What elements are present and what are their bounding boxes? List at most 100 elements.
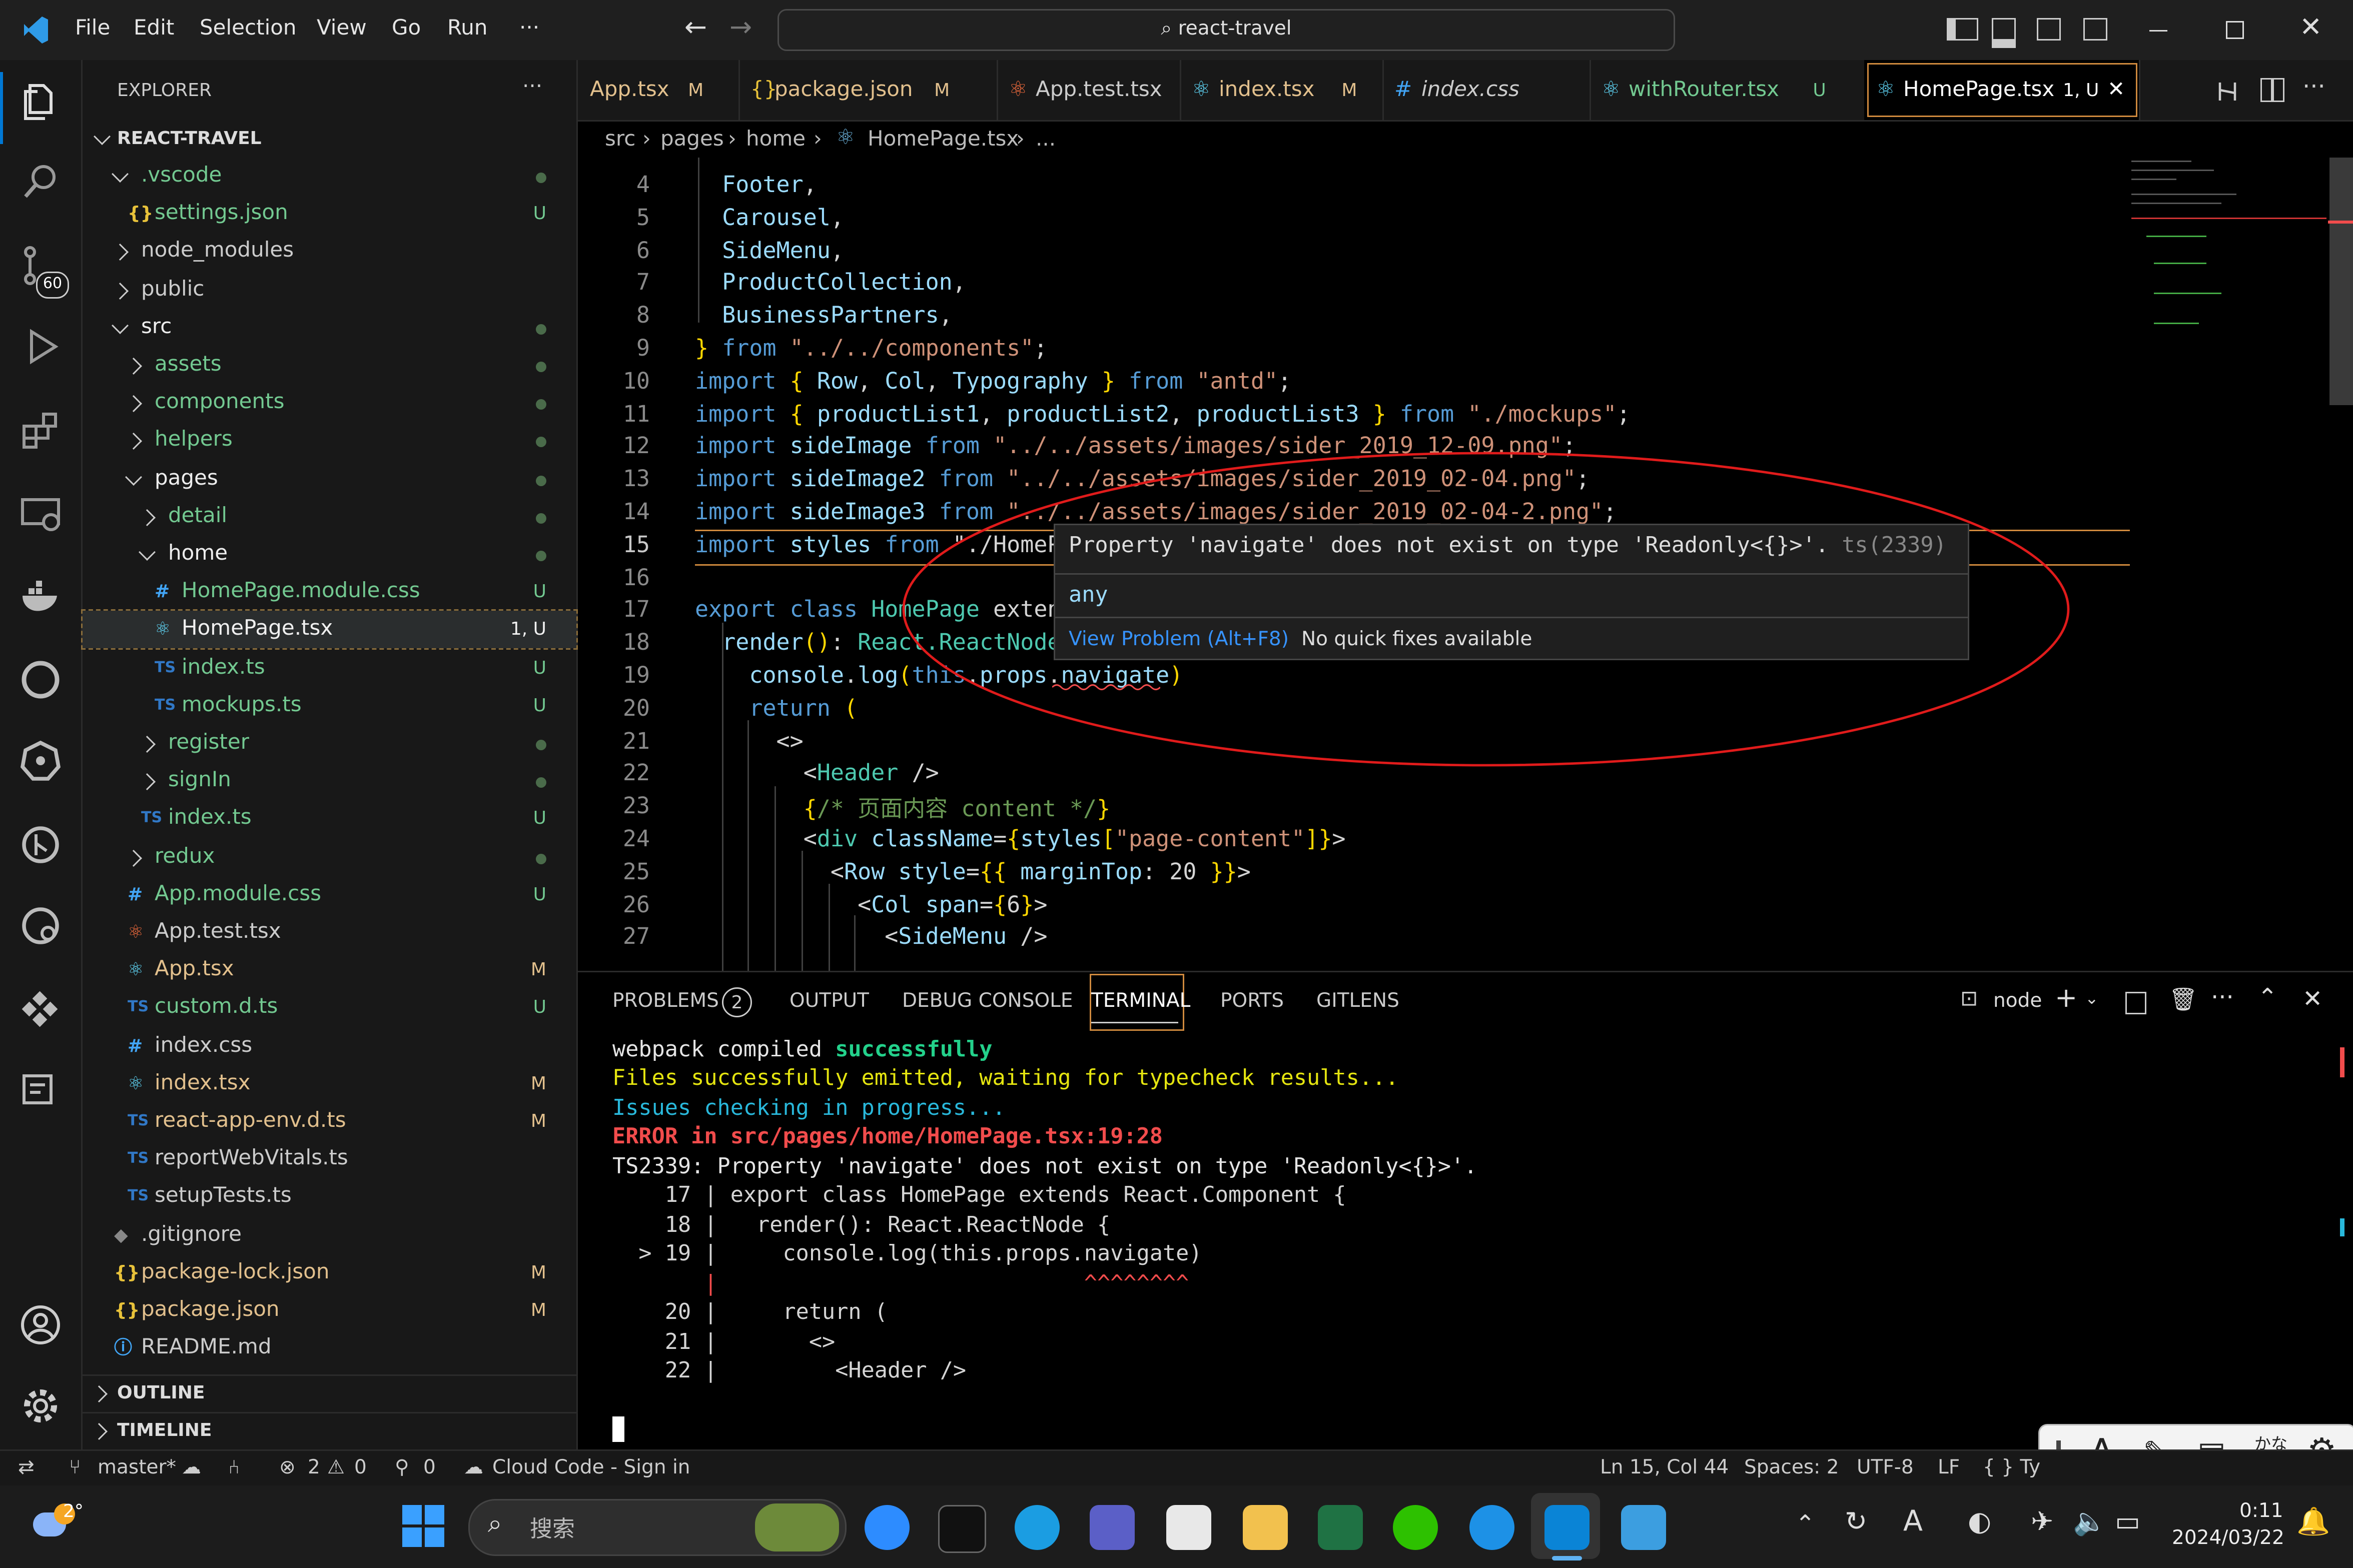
breadcrumb-symbol[interactable]: ... xyxy=(1036,128,1056,152)
code-line[interactable]: BusinessPartners, xyxy=(695,302,953,329)
tab-problems[interactable]: PROBLEMS xyxy=(612,990,719,1013)
minimize-icon[interactable] xyxy=(2149,30,2167,32)
cursor-position[interactable]: Ln 15, Col 44 xyxy=(1600,1457,1729,1479)
tree-item[interactable]: .vscode xyxy=(83,158,576,195)
vscode-taskbar-icon[interactable] xyxy=(1544,1505,1590,1550)
encoding[interactable]: UTF-8 xyxy=(1857,1457,1914,1479)
terminal-shell-name[interactable]: node xyxy=(1993,990,2042,1013)
code-line[interactable]: } from "../../components"; xyxy=(695,335,1047,362)
tree-item[interactable]: ⚛ App.test.tsx xyxy=(83,914,576,951)
timeline-section[interactable]: TIMELINE xyxy=(83,1412,576,1449)
tree-item[interactable]: # index.css xyxy=(83,1027,576,1065)
tab-terminal[interactable]: TERMINAL xyxy=(1091,990,1190,1013)
settings-gear-icon[interactable] xyxy=(18,1383,63,1428)
tree-item[interactable]: TS mockups.ts U xyxy=(83,687,576,724)
editor-tab[interactable]: {} package.json M xyxy=(738,60,998,120)
docker-desktop-icon[interactable] xyxy=(1469,1505,1514,1550)
maximize-panel-icon[interactable]: ⌃ xyxy=(2257,983,2277,1011)
toggle-primary-sidebar-icon[interactable] xyxy=(1947,18,1978,41)
language-mode[interactable]: { } Ty xyxy=(1983,1457,2040,1479)
forward-arrow-icon[interactable]: → xyxy=(729,12,752,44)
explorer-more-icon[interactable]: ··· xyxy=(522,75,542,99)
breadcrumb-src[interactable]: src xyxy=(605,128,635,152)
run-debug-icon[interactable] xyxy=(18,324,63,369)
menu-go[interactable]: Go xyxy=(392,17,421,41)
editor-more-icon[interactable]: ··· xyxy=(2302,72,2325,101)
split-editor-icon[interactable] xyxy=(2260,78,2284,102)
docker-icon[interactable] xyxy=(18,573,63,618)
tree-item[interactable]: register xyxy=(83,725,576,762)
excel-icon[interactable] xyxy=(1318,1505,1363,1550)
outline-section[interactable]: OUTLINE xyxy=(83,1374,576,1412)
code-line[interactable]: {/* 页面内容 content */} xyxy=(695,793,1111,824)
code-line[interactable]: <> xyxy=(695,727,804,754)
edge-icon[interactable] xyxy=(1015,1505,1060,1550)
menu-view[interactable]: View xyxy=(317,17,367,41)
trash-icon[interactable]: 🗑 xyxy=(2169,986,2197,1013)
tree-item[interactable]: redux xyxy=(83,838,576,876)
wechat-icon[interactable] xyxy=(1393,1505,1438,1550)
open-changes-icon[interactable] xyxy=(2214,78,2241,105)
restore-icon[interactable] xyxy=(2226,21,2244,39)
battery-icon[interactable]: ▭ xyxy=(2115,1506,2140,1538)
split-terminal-icon[interactable] xyxy=(2125,992,2146,1014)
zoom-icon[interactable] xyxy=(865,1505,910,1550)
editor-tab[interactable]: ⚛ index.tsx M xyxy=(1180,60,1384,120)
tree-item[interactable]: TS custom.d.ts U xyxy=(83,989,576,1027)
tab-output[interactable]: OUTPUT xyxy=(790,990,869,1013)
tree-item[interactable]: signIn xyxy=(83,763,576,800)
tree-item[interactable]: TS index.ts U xyxy=(83,800,576,838)
gitlens-inspect-icon[interactable] xyxy=(18,903,63,948)
extensions-icon[interactable] xyxy=(18,408,63,453)
file-explorer-icon[interactable] xyxy=(1243,1505,1288,1550)
taskbar-search[interactable]: ⌕ 搜索 xyxy=(468,1499,847,1556)
tray-ime-icon[interactable]: A xyxy=(1903,1505,1923,1538)
airplane-mode-icon[interactable]: ✈ xyxy=(2031,1506,2053,1538)
tray-sync-icon[interactable]: ↻ xyxy=(1845,1506,1867,1538)
code-line[interactable]: Footer, xyxy=(695,171,817,198)
tree-item[interactable]: public xyxy=(83,271,576,309)
remote-indicator-icon[interactable]: ⇄ xyxy=(18,1457,35,1479)
diamond-grid-icon[interactable] xyxy=(18,987,63,1032)
tab-close-icon[interactable]: ✕ xyxy=(2107,60,2125,120)
tree-item[interactable]: {} package-lock.json M xyxy=(83,1254,576,1291)
command-center-search[interactable]: ⌕ react-travel xyxy=(777,9,1675,51)
tree-item[interactable]: ⚛ HomePage.tsx 1, U xyxy=(81,610,578,651)
tree-item[interactable]: {} package.json M xyxy=(83,1292,576,1329)
accounts-icon[interactable] xyxy=(18,1302,63,1347)
menu-more[interactable]: ··· xyxy=(519,17,539,41)
tab-gitlens[interactable]: GITLENS xyxy=(1316,990,1399,1013)
tab-debug-console[interactable]: DEBUG CONSOLE xyxy=(902,990,1073,1013)
code-line[interactable]: <div className={styles["page-content"]}> xyxy=(695,825,1346,852)
terminal-dropdown-icon[interactable]: ⌄ xyxy=(2085,989,2099,1008)
minimap[interactable] xyxy=(2131,158,2326,383)
tree-item[interactable]: home xyxy=(83,536,576,573)
close-window-icon[interactable]: ✕ xyxy=(2299,12,2322,44)
tree-item[interactable]: helpers xyxy=(83,422,576,460)
editor-scrollbar[interactable] xyxy=(2329,158,2353,405)
clock-date[interactable]: 2024/03/22 xyxy=(2172,1527,2284,1550)
tray-app-icon[interactable]: ◐ xyxy=(1968,1506,1991,1538)
tree-item[interactable]: pages xyxy=(83,460,576,498)
warning-count[interactable]: 0 xyxy=(354,1457,367,1479)
tree-item[interactable]: assets xyxy=(83,347,576,384)
tree-item[interactable]: TS index.ts U xyxy=(83,649,576,687)
git-graph-icon[interactable]: ⑃ xyxy=(228,1457,240,1479)
toggle-panel-icon[interactable] xyxy=(1992,18,2016,48)
search-view-icon[interactable] xyxy=(18,159,63,204)
tray-overflow-icon[interactable]: ⌃ xyxy=(1795,1509,1815,1538)
tree-item[interactable]: # App.module.css U xyxy=(83,876,576,913)
tab-ports[interactable]: PORTS xyxy=(1220,990,1284,1013)
remote-explorer-icon[interactable] xyxy=(18,492,63,537)
end-of-line[interactable]: LF xyxy=(1938,1457,1960,1479)
breadcrumb-pages[interactable]: pages xyxy=(660,128,724,152)
tree-item[interactable]: ⚛ App.tsx M xyxy=(83,952,576,989)
tree-item[interactable]: ⚛ index.tsx M xyxy=(83,1065,576,1102)
cloud-code-signin[interactable]: Cloud Code - Sign in xyxy=(492,1457,690,1479)
clock-time[interactable]: 0:11 xyxy=(2239,1500,2283,1523)
back-arrow-icon[interactable]: ← xyxy=(684,12,707,44)
chat-icon[interactable] xyxy=(18,1068,63,1113)
slack-icon[interactable] xyxy=(1166,1505,1211,1550)
edge-devtools-icon[interactable] xyxy=(18,657,63,702)
code-line[interactable]: Carousel, xyxy=(695,204,844,231)
